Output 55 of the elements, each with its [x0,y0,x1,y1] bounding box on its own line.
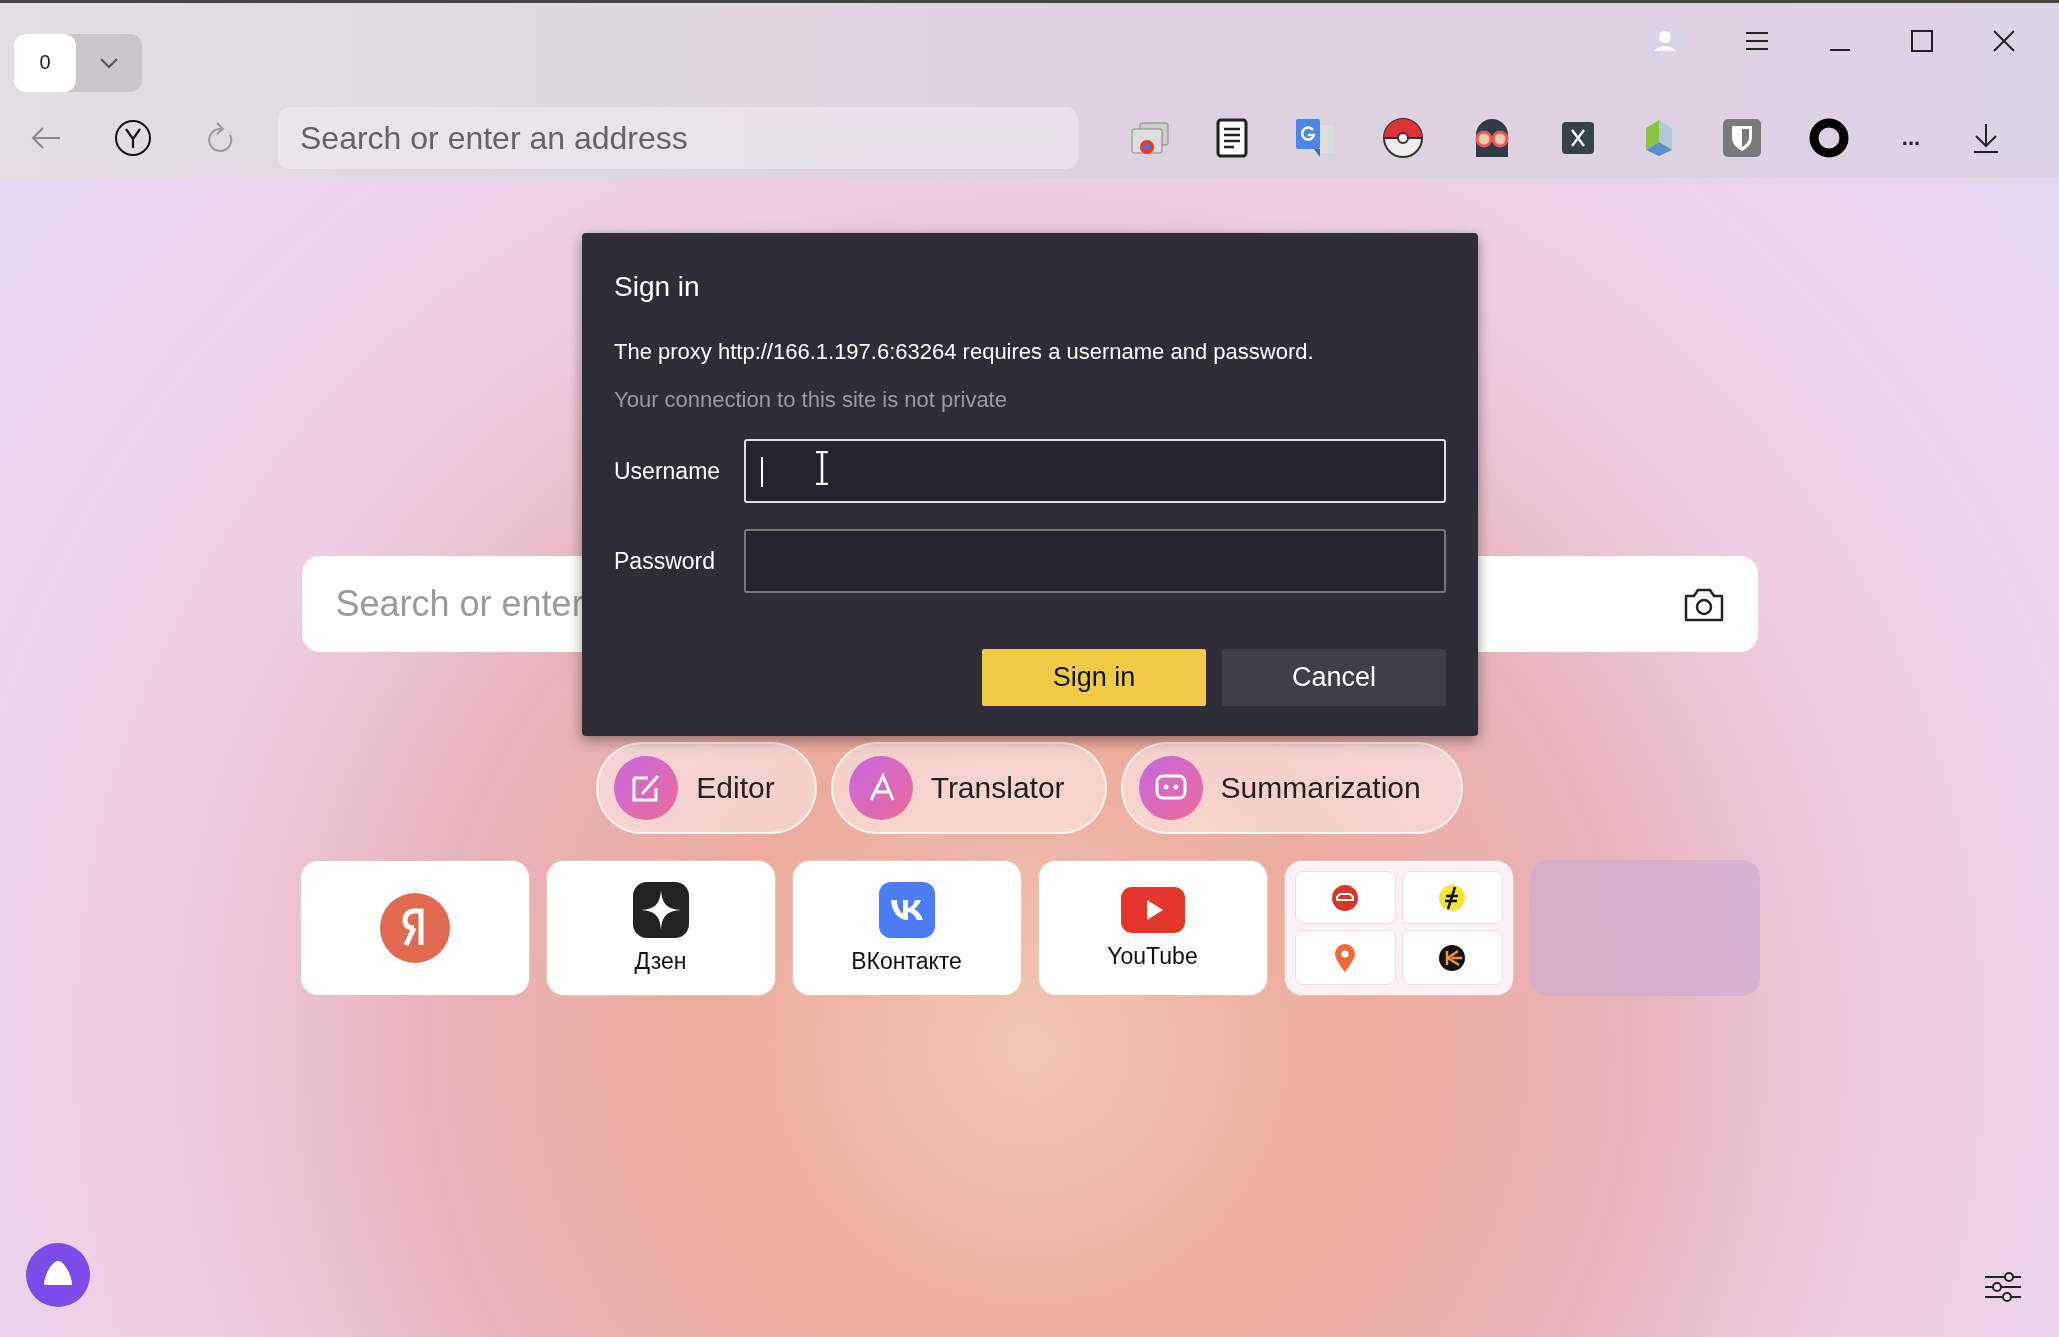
mini-tile[interactable] [1294,871,1396,924]
close-icon[interactable] [1993,29,2015,52]
field-label: Username [614,457,721,485]
document-icon[interactable] [1216,118,1248,158]
back-arrow-icon[interactable] [30,126,62,150]
tile-label: ВКонтакте [851,947,962,975]
tab-counter[interactable]: 0 [14,33,76,92]
shield-icon[interactable] [1722,118,1762,158]
settings-sliders-icon[interactable] [1983,1269,2023,1305]
maximize-icon[interactable] [1911,29,1933,52]
quick-action-button[interactable]: Translator [830,742,1107,834]
vk-logo-icon [878,881,935,938]
dialog-title: Sign in [614,271,701,303]
x-square-icon[interactable] [1560,120,1596,156]
translate-icon [848,756,913,820]
chat-icon [1138,756,1203,820]
mini-tile[interactable] [1401,930,1503,985]
ball-icon[interactable] [1382,117,1424,159]
site-tile[interactable]: YouTube [1037,860,1268,996]
mini-tile[interactable] [1401,871,1503,924]
site-tile[interactable]: ВКонтакте [791,860,1022,996]
translate-icon[interactable] [1294,117,1336,159]
assistant-button[interactable] [26,1243,90,1307]
search-field[interactable]: Search or enter [333,582,938,626]
cancel-button[interactable]: Cancel [1222,649,1446,706]
input-field[interactable] [744,529,1446,593]
site-tile[interactable] [299,860,530,996]
text-cursor-icon [814,451,831,485]
play-logo-icon [1120,886,1185,933]
text-caret [761,457,764,487]
pencil-icon [614,756,679,820]
chevron-down-icon[interactable] [98,55,120,70]
field-label: Password [614,547,716,575]
tile-folder[interactable] [1283,860,1514,996]
dialog-message: The proxy http://166.1.197.6:63264 requires a username and password. [614,339,1315,365]
tab-group-switcher[interactable]: 0 [14,33,142,92]
ring-icon[interactable] [1808,117,1850,159]
site-tile[interactable]: Дзен [545,860,776,996]
tile-label: Дзен [634,947,687,975]
more-extensions-button[interactable]: ... [1896,125,1926,151]
quick-action-button[interactable]: Summarization [1120,742,1463,834]
letter-logo-icon [379,893,450,963]
empty-tile[interactable] [1529,860,1760,996]
tile-label: YouTube [1107,942,1198,970]
mini-tile[interactable] [1294,930,1396,985]
quick-action-button[interactable]: Editor [596,742,817,834]
sunburst-icon [1438,943,1466,972]
browser-logo-icon[interactable] [114,119,152,157]
cast-screens-icon[interactable] [1130,119,1170,157]
sparkle-logo-icon [632,881,689,938]
map-pin-icon [1333,942,1357,973]
sign-in-button[interactable]: Sign in [982,649,1206,706]
menu-icon[interactable] [1745,30,1769,51]
dialog-note: Your connection to this site is not private [614,387,1008,413]
download-icon[interactable] [1972,122,2000,154]
